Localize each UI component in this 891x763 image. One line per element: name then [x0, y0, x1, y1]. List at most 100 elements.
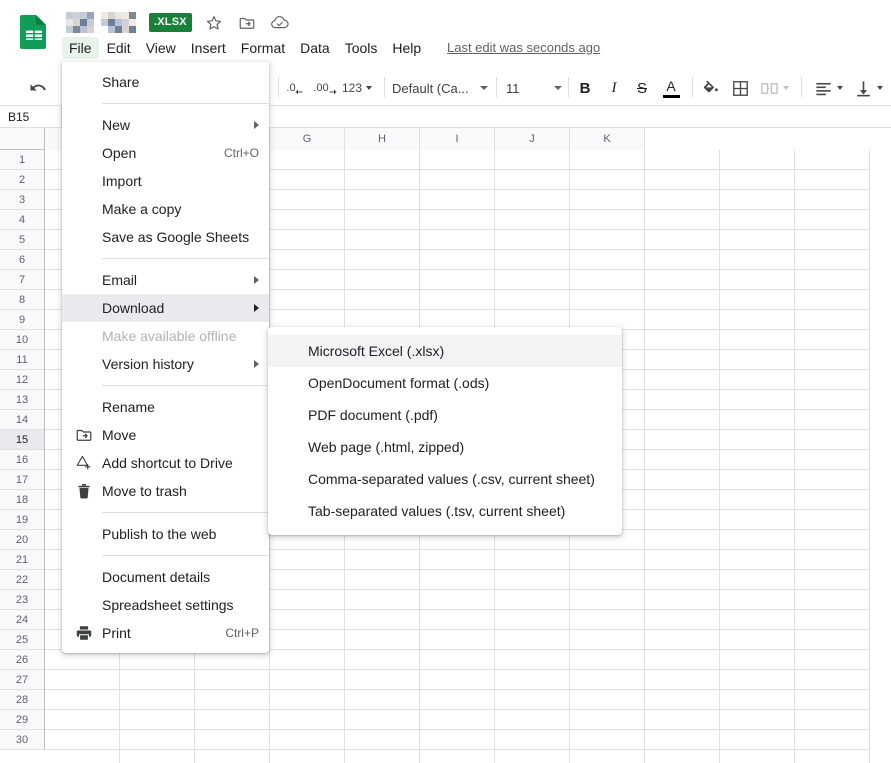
menu-tools[interactable]: Tools [338, 37, 385, 59]
decrease-decimal-button[interactable]: .0 [284, 76, 306, 100]
download-option-microsoft-excel-xlsx[interactable]: Microsoft Excel (.xlsx) [268, 335, 622, 367]
row-header-5[interactable]: 5 [0, 230, 44, 250]
row-header-9[interactable]: 9 [0, 310, 44, 330]
file-menu-item-add-shortcut-to-drive[interactable]: Add shortcut to Drive [62, 449, 269, 477]
row-header-17[interactable]: 17 [0, 470, 44, 490]
row-header-7[interactable]: 7 [0, 270, 44, 290]
download-option-label: PDF document (.pdf) [308, 407, 438, 423]
fill-color-icon[interactable] [698, 76, 722, 100]
file-menu-item-label: Save as Google Sheets [102, 229, 249, 245]
row-header-26[interactable]: 26 [0, 650, 44, 670]
row-header-2[interactable]: 2 [0, 170, 44, 190]
undo-icon[interactable] [24, 76, 52, 100]
borders-icon[interactable] [728, 76, 752, 100]
strikethrough-button[interactable]: S [631, 76, 653, 100]
row-header-23[interactable]: 23 [0, 590, 44, 610]
file-menu-item-share[interactable]: Share [62, 68, 269, 96]
file-menu-item-print[interactable]: PrintCtrl+P [62, 619, 269, 647]
download-option-tab-separated-values-tsv-current-sheet[interactable]: Tab-separated values (.tsv, current shee… [268, 495, 622, 527]
italic-button[interactable]: I [603, 76, 625, 100]
file-menu-item-version-history[interactable]: Version history [62, 350, 269, 378]
document-title-redacted[interactable] [66, 12, 140, 34]
file-menu-item-spreadsheet-settings[interactable]: Spreadsheet settings [62, 591, 269, 619]
file-menu-item-move-to-trash[interactable]: Move to trash [62, 477, 269, 505]
column-header-i[interactable]: I [420, 128, 495, 150]
font-size-select[interactable]: 11 [506, 76, 562, 100]
file-menu-item-email[interactable]: Email [62, 266, 269, 294]
file-menu-item-new[interactable]: New [62, 111, 269, 139]
row-header-8[interactable]: 8 [0, 290, 44, 310]
file-menu-item-label: Add shortcut to Drive [102, 455, 233, 471]
row-header-21[interactable]: 21 [0, 550, 44, 570]
file-menu-item-move[interactable]: Move [62, 421, 269, 449]
vertical-align-icon[interactable] [850, 76, 886, 100]
row-header-29[interactable]: 29 [0, 710, 44, 730]
number-format-label: 123 [342, 81, 362, 95]
column-header-g[interactable]: G [270, 128, 345, 150]
number-format-button[interactable]: 123 [341, 76, 373, 100]
row-header-24[interactable]: 24 [0, 610, 44, 630]
name-box[interactable]: B15 [0, 106, 62, 127]
row-header-28[interactable]: 28 [0, 690, 44, 710]
chevron-down-icon [480, 86, 488, 90]
move-to-folder-icon[interactable] [238, 14, 256, 32]
row-header-18[interactable]: 18 [0, 490, 44, 510]
column-header-j[interactable]: J [495, 128, 570, 150]
column-header-k[interactable]: K [570, 128, 645, 150]
file-menu-item-save-as-google-sheets[interactable]: Save as Google Sheets [62, 223, 269, 251]
menu-edit[interactable]: Edit [100, 37, 138, 59]
increase-decimal-button[interactable]: .00 [313, 76, 337, 100]
row-header-14[interactable]: 14 [0, 410, 44, 430]
star-icon[interactable] [205, 14, 223, 32]
menu-view[interactable]: View [139, 37, 183, 59]
row-header-6[interactable]: 6 [0, 250, 44, 270]
row-header-16[interactable]: 16 [0, 450, 44, 470]
row-header-13[interactable]: 13 [0, 390, 44, 410]
row-header-15[interactable]: 15 [0, 430, 44, 450]
file-menu-item-label: Publish to the web [102, 526, 216, 542]
horizontal-align-icon[interactable] [810, 76, 846, 100]
row-header-22[interactable]: 22 [0, 570, 44, 590]
row-header-1[interactable]: 1 [0, 150, 44, 170]
menu-help[interactable]: Help [385, 37, 428, 59]
row-header-30[interactable]: 30 [0, 730, 44, 750]
row-header-19[interactable]: 19 [0, 510, 44, 530]
row-header-12[interactable]: 12 [0, 370, 44, 390]
google-sheets-logo[interactable] [18, 13, 50, 49]
bold-button[interactable]: B [574, 76, 596, 100]
file-menu-item-label: Move [102, 427, 136, 443]
font-family-select[interactable]: Default (Ca... [392, 76, 488, 100]
file-menu-item-open[interactable]: OpenCtrl+O [62, 139, 269, 167]
menu-insert[interactable]: Insert [184, 37, 233, 59]
file-menu-item-document-details[interactable]: Document details [62, 563, 269, 591]
file-menu-item-rename[interactable]: Rename [62, 393, 269, 421]
menu-separator [102, 385, 269, 386]
row-header-4[interactable]: 4 [0, 210, 44, 230]
download-option-comma-separated-values-csv-current-sheet[interactable]: Comma-separated values (.csv, current sh… [268, 463, 622, 495]
top-bar: .XLSX File Edit View Insert Format Data … [0, 0, 891, 64]
menu-data[interactable]: Data [293, 37, 337, 59]
select-all-corner[interactable] [0, 128, 45, 150]
menu-format[interactable]: Format [234, 37, 292, 59]
row-header-11[interactable]: 11 [0, 350, 44, 370]
merge-cells-icon[interactable] [756, 76, 792, 100]
file-menu-item-download[interactable]: Download [62, 294, 269, 322]
download-option-pdf-document-pdf[interactable]: PDF document (.pdf) [268, 399, 622, 431]
text-color-button[interactable]: A [659, 76, 683, 100]
file-menu-item-make-a-copy[interactable]: Make a copy [62, 195, 269, 223]
row-header-25[interactable]: 25 [0, 630, 44, 650]
cloud-saved-icon[interactable] [270, 14, 288, 32]
last-edit-status[interactable]: Last edit was seconds ago [447, 40, 600, 55]
row-header-27[interactable]: 27 [0, 670, 44, 690]
row-header-20[interactable]: 20 [0, 530, 44, 550]
menu-file[interactable]: File [62, 37, 99, 59]
download-option-web-page-html-zipped[interactable]: Web page (.html, zipped) [268, 431, 622, 463]
file-menu-item-import[interactable]: Import [62, 167, 269, 195]
file-menu-item-publish-to-the-web[interactable]: Publish to the web [62, 520, 269, 548]
download-option-opendocument-format-ods[interactable]: OpenDocument format (.ods) [268, 367, 622, 399]
redaction-pixel [87, 19, 94, 26]
column-header-h[interactable]: H [345, 128, 420, 150]
row-header-3[interactable]: 3 [0, 190, 44, 210]
row-header-10[interactable]: 10 [0, 330, 44, 350]
redaction-pixel [101, 12, 108, 19]
